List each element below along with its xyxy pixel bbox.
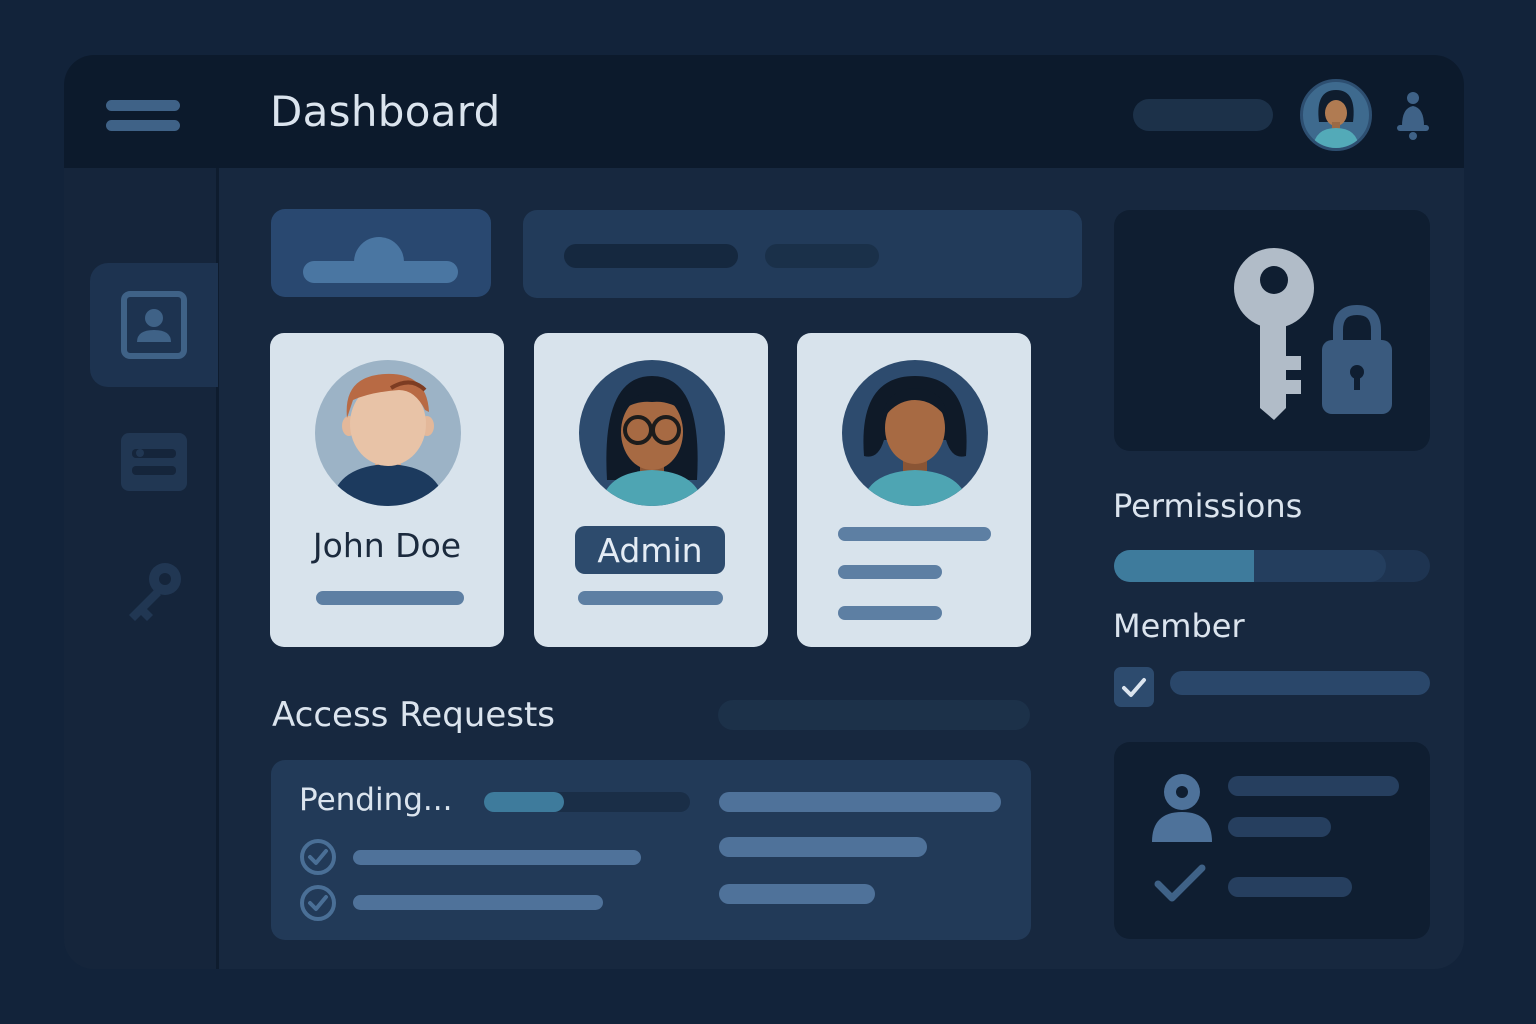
sidebar-item-keys[interactable] [90,528,218,652]
security-card [1114,210,1430,451]
user-card[interactable]: John Doe [270,333,504,647]
key-lock-icon [1234,248,1392,420]
member-detail-line [1228,817,1331,837]
user-name: John Doe [312,526,462,565]
user-detail-line [838,527,991,541]
pending-progress-fill [484,792,565,812]
user-profile-icon [121,291,187,359]
access-requests-title: Access Requests [272,695,556,735]
sidebar [64,168,219,969]
checkmark-icon [1122,678,1146,697]
user-detail-line [838,565,942,579]
person-portrait-icon [601,376,703,506]
user-icon [1152,774,1212,842]
member-label: Member [1113,607,1245,645]
request-line [719,884,875,904]
person-portrait-icon [862,376,968,506]
filter-chip[interactable] [564,244,738,268]
sidebar-item-id-card[interactable] [90,400,218,524]
pending-progress-bar [484,792,690,812]
member-detail-line [1228,776,1399,796]
member-detail-line [1170,671,1430,695]
member-card [1114,742,1430,939]
bell-icon[interactable] [1396,90,1430,140]
member-checkbox[interactable] [1114,667,1154,707]
access-requests-panel: Pending... [271,760,1031,940]
user-avatar[interactable] [1300,79,1372,151]
hamburger-menu-icon[interactable] [106,97,182,133]
user-detail-line [578,591,723,605]
avatar-person-icon [1313,90,1359,148]
app-window: Dashboard John Doe Admin Access Requests… [64,55,1464,969]
checkmark-icon [1154,864,1206,902]
top-bar: Dashboard [64,55,1464,168]
check-circle-icon[interactable] [299,838,337,876]
pending-status: Pending... [299,782,453,818]
key-icon [129,563,181,621]
permissions-progress-bar[interactable] [1114,550,1430,582]
toggle-track [303,261,458,283]
permissions-label: Permissions [1113,487,1303,525]
filter-chip[interactable] [765,244,879,268]
search-bar[interactable] [1133,99,1273,131]
request-line [353,895,603,910]
user-detail-line [838,606,942,620]
check-circle-icon[interactable] [299,884,337,922]
person-portrait-icon [331,373,445,506]
user-avatar [842,360,988,506]
user-card[interactable] [797,333,1031,647]
progress-segment [1254,550,1386,582]
member-detail-line [1228,877,1352,897]
role-badge-admin[interactable]: Admin [575,526,725,574]
toggle-card[interactable] [271,209,491,297]
request-line [719,837,927,857]
permissions-progress-fill [1114,550,1257,582]
user-avatar [579,360,725,506]
sidebar-item-profile[interactable] [90,263,218,387]
page-title: Dashboard [270,87,501,136]
section-filter-pill[interactable] [718,700,1030,730]
filter-bar [523,210,1082,298]
user-detail-line [316,591,464,605]
request-line [353,850,641,865]
request-line [719,792,1001,812]
user-avatar [315,360,461,506]
user-card[interactable]: Admin [534,333,768,647]
id-card-icon [121,433,187,491]
